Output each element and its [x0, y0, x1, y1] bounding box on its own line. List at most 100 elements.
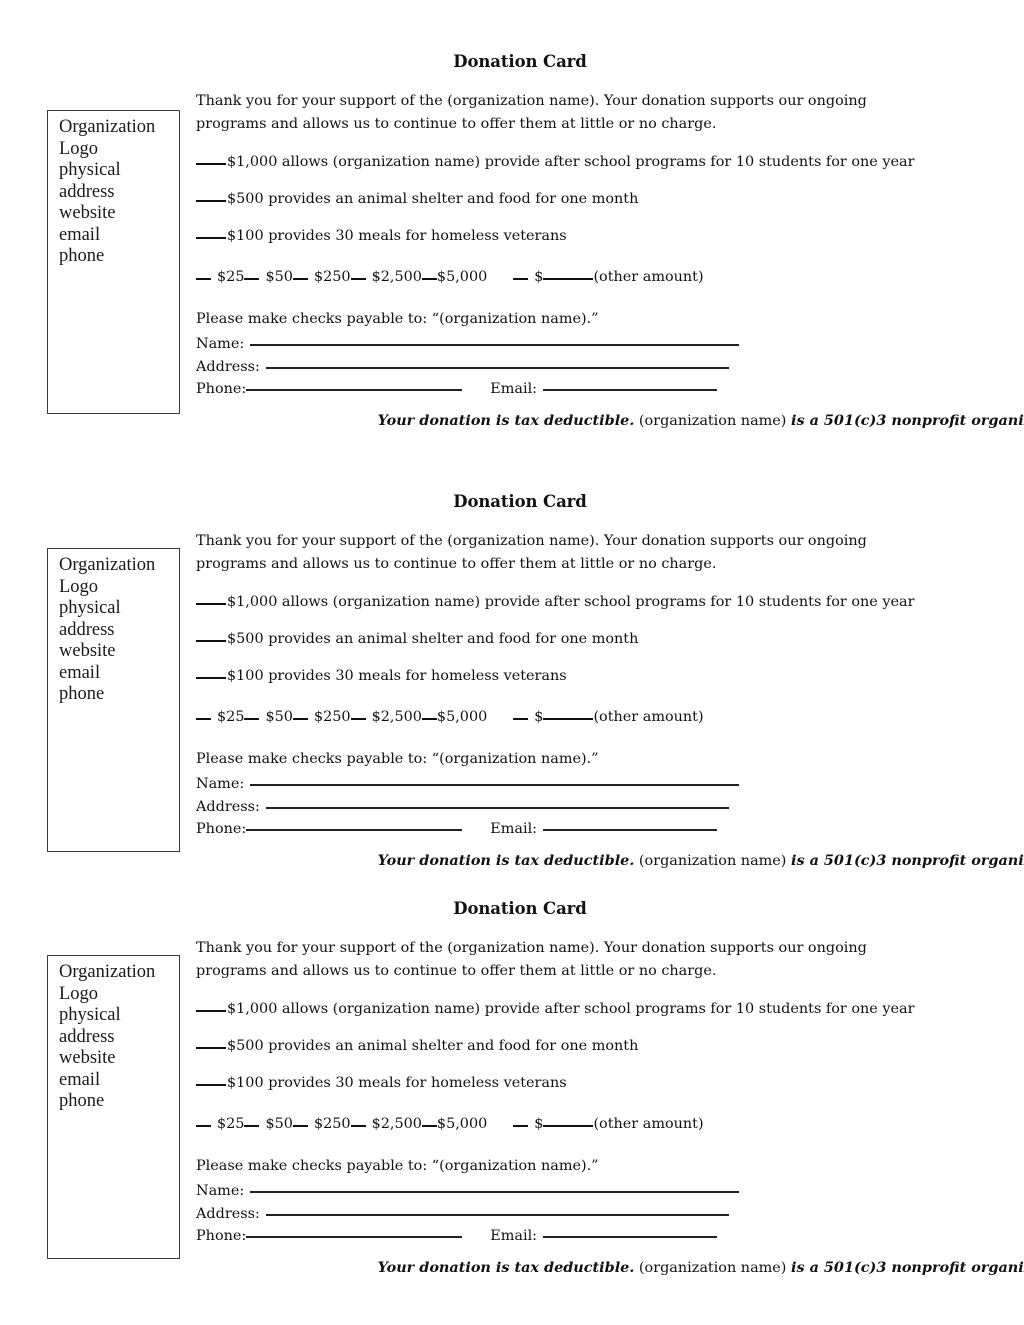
other-amount-checkbox-blank[interactable]	[513, 278, 529, 280]
intro-paragraph: Thank you for your support of the (organ…	[196, 93, 867, 132]
email-input[interactable]	[543, 829, 718, 831]
giving-level-text: $1,000 allows (organization name) provid…	[227, 154, 915, 170]
logo-box-line: email	[59, 662, 101, 683]
donor-fields: Name: Address: Phone: Email:	[196, 773, 1024, 841]
email-input[interactable]	[543, 1236, 718, 1238]
name-field-row: Name:	[196, 1180, 1024, 1203]
giving-level-blank[interactable]	[196, 1084, 226, 1086]
giving-level-text: $500 provides an animal shelter and food…	[227, 631, 639, 647]
giving-level-blank[interactable]	[196, 1010, 226, 1012]
amount-option-label: $5,000	[436, 709, 488, 725]
other-amount-input-blank[interactable]	[543, 718, 594, 720]
donor-fields: Name: Address: Phone: Email:	[196, 1180, 1024, 1248]
name-input[interactable]	[250, 784, 740, 786]
organization-logo-box: Organization Logo physical address website em…	[47, 110, 180, 414]
amount-checkbox-blank[interactable]	[350, 278, 366, 280]
logo-box-line: Logo	[59, 138, 99, 159]
giving-level-blank[interactable]	[196, 237, 226, 239]
giving-levels-list: $1,000 allows (organization name) provid…	[196, 152, 1024, 246]
amount-checkbox-blank[interactable]	[350, 718, 366, 720]
amount-checkbox-blank[interactable]	[196, 718, 211, 720]
name-field-label: Name:	[196, 336, 245, 352]
logo-box-line: Organization	[59, 117, 156, 137]
logo-box-line: Logo	[59, 576, 99, 597]
organization-logo-box: Organization Logo physical address website em…	[47, 548, 180, 852]
amount-option-label: $250	[313, 269, 351, 285]
page-title: Donation Card	[453, 899, 587, 918]
giving-level-text: $100 provides 30 meals for homeless vete…	[227, 1075, 567, 1091]
giving-level-blank[interactable]	[196, 1047, 226, 1049]
amount-option-label: $25	[217, 1116, 245, 1132]
other-amount-input-blank[interactable]	[543, 1125, 594, 1127]
giving-level-text: $1,000 allows (organization name) provid…	[227, 594, 915, 610]
phone-input[interactable]	[246, 1236, 463, 1238]
amount-checkbox-blank[interactable]	[244, 1125, 260, 1127]
address-input[interactable]	[265, 1213, 729, 1216]
other-amount-checkbox-blank[interactable]	[513, 1125, 529, 1127]
email-field-label: Email:	[490, 821, 538, 837]
tax-note-part1: Your donation is tax deductible.	[377, 411, 635, 429]
amount-checkbox-blank[interactable]	[196, 278, 211, 280]
address-input[interactable]	[265, 366, 729, 369]
amount-option-label: $250	[313, 709, 351, 725]
amount-checkbox-blank[interactable]	[244, 278, 260, 280]
email-field-label: Email:	[490, 381, 538, 397]
phone-field-label: Phone:	[196, 381, 247, 397]
amount-checkbox-blank[interactable]	[292, 718, 308, 720]
giving-level-line: $500 provides an animal shelter and food…	[196, 1036, 1024, 1056]
amount-options-row: $25 $50 $250 $2,500 $5,000 $ (other amount)	[196, 267, 1024, 287]
giving-level-blank[interactable]	[196, 677, 226, 679]
other-amount-label: (other amount)	[593, 269, 704, 285]
amount-checkbox-blank[interactable]	[421, 278, 437, 280]
amount-checkbox-blank[interactable]	[196, 1125, 211, 1127]
intro-paragraph: Thank you for your support of the (organ…	[196, 533, 867, 572]
page-title: Donation Card	[453, 52, 587, 71]
giving-levels-list: $1,000 allows (organization name) provid…	[196, 999, 1024, 1093]
logo-box-line: address	[59, 1026, 115, 1047]
amount-checkbox-blank[interactable]	[421, 718, 437, 720]
tax-note-org-name: (organization name)	[638, 1259, 787, 1276]
amount-checkbox-blank[interactable]	[350, 1125, 366, 1127]
other-amount-input-blank[interactable]	[543, 278, 594, 280]
amount-options-row: $25 $50 $250 $2,500 $5,000 $ (other amount)	[196, 1114, 1024, 1134]
amount-checkbox-blank[interactable]	[292, 1125, 308, 1127]
giving-level-text: $500 provides an animal shelter and food…	[227, 191, 639, 207]
amount-option-label: $2,500	[371, 709, 422, 725]
giving-level-blank[interactable]	[196, 603, 226, 605]
logo-box-line: Organization	[59, 962, 156, 982]
name-input[interactable]	[250, 344, 740, 346]
logo-box-line: Logo	[59, 983, 99, 1004]
amount-option-label: $2,500	[371, 269, 422, 285]
giving-level-line: $100 provides 30 meals for homeless vete…	[196, 666, 1024, 686]
address-field-row: Address:	[196, 796, 1024, 819]
giving-level-blank[interactable]	[196, 163, 226, 165]
amount-option-label: $50	[265, 709, 293, 725]
name-input[interactable]	[250, 1191, 740, 1193]
donation-card-page: Donation Card Organization Logo physical add…	[0, 0, 1024, 1325]
other-amount-currency: $	[534, 1116, 544, 1132]
giving-level-text: $100 provides 30 meals for homeless vete…	[227, 668, 567, 684]
tax-note-part1: Your donation is tax deductible.	[377, 851, 635, 869]
amount-option-label: $50	[265, 1116, 293, 1132]
other-amount-checkbox-blank[interactable]	[513, 718, 529, 720]
address-field-row: Address:	[196, 1203, 1024, 1226]
phone-input[interactable]	[246, 829, 463, 831]
amount-checkbox-blank[interactable]	[421, 1125, 437, 1127]
giving-level-line: $500 provides an animal shelter and food…	[196, 629, 1024, 649]
amount-checkbox-blank[interactable]	[292, 278, 308, 280]
logo-box-line: Organization	[59, 555, 156, 575]
giving-levels-list: $1,000 allows (organization name) provid…	[196, 592, 1024, 686]
card-content: Thank you for your support of the (organ…	[196, 937, 1024, 1278]
giving-level-blank[interactable]	[196, 640, 226, 642]
phone-field-label: Phone:	[196, 821, 247, 837]
email-input[interactable]	[543, 389, 718, 391]
other-amount-currency: $	[534, 709, 544, 725]
address-field-label: Address:	[196, 798, 260, 815]
amount-checkbox-blank[interactable]	[244, 718, 260, 720]
address-input[interactable]	[265, 806, 729, 809]
phone-input[interactable]	[246, 389, 463, 391]
giving-level-blank[interactable]	[196, 200, 226, 202]
amount-option-label: $5,000	[436, 269, 488, 285]
phone-email-field-row: Phone: Email:	[196, 818, 1024, 841]
name-field-row: Name:	[196, 773, 1024, 796]
